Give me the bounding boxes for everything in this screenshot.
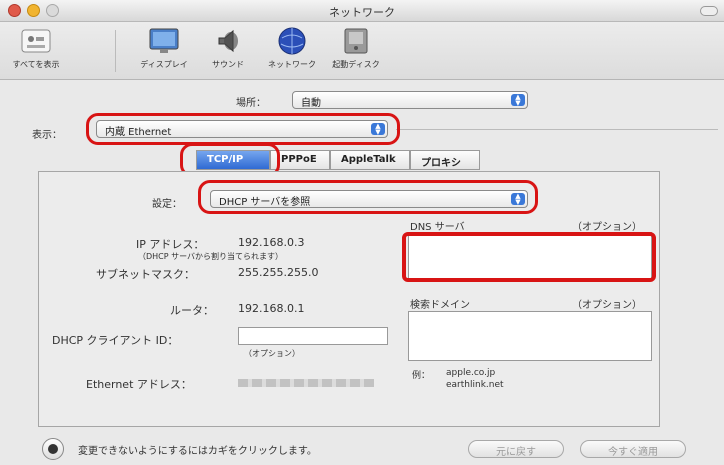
router-label: ルータ： [170, 304, 214, 317]
dhcp-client-label: DHCP クライアント ID： [52, 334, 179, 347]
sound-icon [211, 26, 245, 56]
subnet-value: 255.255.255.0 [238, 266, 319, 279]
show-divider [396, 129, 718, 130]
highlight-show-popup [86, 113, 400, 145]
popup-arrows-icon: ▲ ▼ [511, 94, 525, 107]
toolbar-display[interactable]: ディスプレイ [132, 26, 196, 70]
toolbar-label: サウンド [212, 60, 244, 69]
tab-proxies[interactable]: プロキシ [410, 150, 480, 170]
location-popup[interactable]: 自動 ▲ ▼ [292, 91, 528, 109]
show-label: 表示： [32, 130, 62, 141]
subnet-label: サブネットマスク： [96, 268, 195, 281]
toolbar-label: ディスプレイ [140, 60, 188, 69]
router-value: 192.168.0.1 [238, 302, 305, 315]
toolbar-divider [115, 30, 116, 72]
toolbar-label: ネットワーク [268, 60, 316, 69]
window-title: ネットワーク [329, 6, 395, 19]
lock-text: 変更できないようにするにはカギをクリックします。 [78, 446, 317, 457]
title-bar: ネットワーク [0, 0, 724, 22]
dns-label: DNS サーバ [410, 222, 465, 233]
ip-value: 192.168.0.3 [238, 236, 305, 249]
search-domains-field[interactable] [408, 311, 652, 361]
config-label: 設定： [152, 199, 182, 210]
ethernet-address-value [238, 379, 374, 387]
startup-disk-icon [339, 26, 373, 56]
show-all-icon [19, 26, 53, 56]
highlight-dns-field [402, 232, 656, 282]
search-domains-label: 検索ドメイン [410, 300, 470, 311]
toolbar-label: 起動ディスク [332, 60, 380, 69]
network-icon [275, 26, 309, 56]
toolbar-label: すべてを表示 [12, 60, 60, 69]
toolbar-show-all[interactable]: すべてを表示 [4, 26, 68, 70]
display-icon [147, 26, 181, 56]
tab-appletalk[interactable]: AppleTalk [330, 150, 410, 170]
revert-button[interactable]: 元に戻す [468, 440, 564, 458]
apply-now-button[interactable]: 今すぐ適用 [580, 440, 686, 458]
dhcp-client-id-field[interactable] [238, 327, 388, 345]
lock-icon[interactable] [42, 438, 64, 460]
example-prefix: 例： [412, 371, 431, 381]
toolbar-network[interactable]: ネットワーク [260, 26, 324, 70]
search-domains-optional-label: （オプション） [572, 300, 642, 311]
network-preferences-window: ネットワーク すべてを表示 ディスプレイ サウンド ネットワーク 起動ディスク … [0, 0, 724, 465]
dns-optional-label: （オプション） [572, 222, 642, 233]
ip-label: IP アドレス： [136, 238, 205, 251]
toolbar-toggle-button[interactable] [700, 6, 718, 16]
ethernet-label: Ethernet アドレス： [86, 378, 192, 391]
example-line-2: earthlink.net [446, 380, 504, 390]
example-line-1: apple.co.jp [446, 368, 496, 378]
ip-note: （DHCP サーバから割り当てられます） [138, 252, 284, 261]
toolbar-sound[interactable]: サウンド [196, 26, 260, 70]
dhcp-client-optional: （オプション） [244, 349, 300, 358]
location-label: 場所： [236, 98, 266, 109]
highlight-configure-popup [198, 180, 538, 214]
location-value: 自動 [301, 98, 321, 109]
toolbar-startup-disk[interactable]: 起動ディスク [324, 26, 388, 70]
toolbar: すべてを表示 ディスプレイ サウンド ネットワーク 起動ディスク [0, 22, 724, 80]
